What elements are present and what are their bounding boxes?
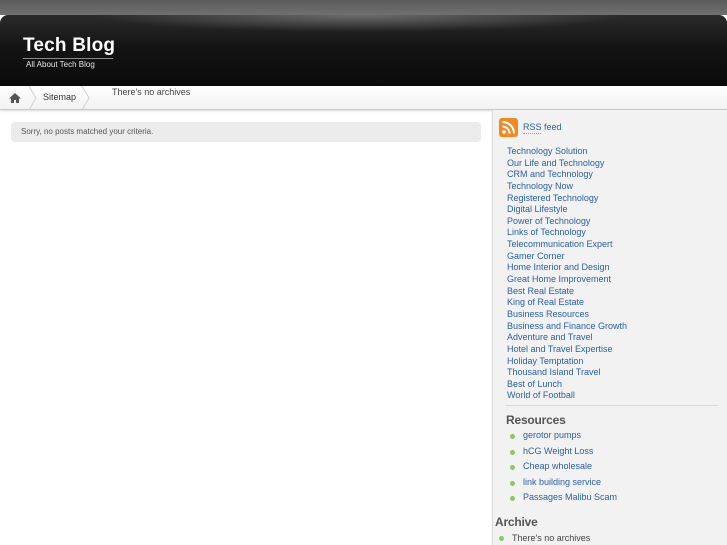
list-item: World of Football	[507, 390, 627, 402]
sidebar-link[interactable]: Power of Technology	[507, 216, 590, 226]
breadcrumb-separator-icon	[28, 86, 37, 110]
list-item: King of Real Estate	[507, 297, 627, 309]
resource-link[interactable]: hCG Weight Loss	[523, 446, 593, 456]
list-item: Power of Technology	[507, 216, 627, 228]
list-item: Technology Now	[507, 181, 627, 193]
list-item: Cheap wholesale	[507, 459, 617, 475]
sidebar-link[interactable]: Technology Now	[507, 181, 573, 191]
sidebar-link[interactable]: Great Home Improvement	[507, 274, 611, 284]
list-item: Links of Technology	[507, 227, 627, 239]
top-strip	[0, 0, 727, 15]
bullet-icon	[510, 449, 515, 455]
list-item: hCG Weight Loss	[507, 444, 617, 460]
bullet-icon	[510, 434, 515, 439]
sidebar-link[interactable]: Gamer Corner	[507, 251, 565, 261]
list-item: Adventure and Travel	[507, 332, 627, 344]
list-item: Business and Finance Growth	[507, 321, 627, 333]
list-item: Best of Lunch	[507, 379, 627, 391]
rss-icon[interactable]	[499, 118, 518, 137]
site-description: All About Tech Blog	[26, 60, 95, 69]
bullet-icon	[510, 496, 515, 501]
sidebar-link[interactable]: Home Interior and Design	[507, 262, 610, 272]
home-icon[interactable]	[6, 90, 24, 106]
list-item: link building service	[507, 475, 617, 491]
sidebar-link[interactable]: King of Real Estate	[507, 297, 584, 307]
bullet-icon	[510, 465, 515, 470]
list-item: Technology Solution	[507, 146, 627, 158]
sidebar-links: Technology Solution Our Life and Technol…	[507, 146, 627, 402]
archive-item: There's no archives	[499, 532, 590, 544]
list-item: Hotel and Travel Expertise	[507, 344, 627, 356]
sidebar-link[interactable]: Hotel and Travel Expertise	[507, 344, 613, 354]
sidebar-link[interactable]: CRM and Technology	[507, 169, 593, 179]
sidebar-link[interactable]: Registered Technology	[507, 193, 598, 203]
list-item: Gamer Corner	[507, 251, 627, 263]
bullet-icon	[510, 480, 515, 486]
list-item: CRM and Technology	[507, 169, 627, 181]
list-item: Digital Lifestyle	[507, 204, 627, 216]
resource-link[interactable]: gerotor pumps	[523, 430, 581, 440]
resources-heading: Resources	[506, 413, 566, 427]
sidebar: RSS feed Technology Solution Our Life an…	[492, 110, 727, 545]
sidebar-link[interactable]: Technology Solution	[507, 146, 588, 156]
sidebar-divider	[505, 405, 718, 406]
resource-link[interactable]: Cheap wholesale	[523, 461, 592, 471]
site-title[interactable]: Tech Blog	[23, 35, 115, 57]
sidebar-link[interactable]: Digital Lifestyle	[507, 204, 568, 214]
resources-list: gerotor pumps hCG Weight Loss Cheap whol…	[507, 428, 617, 506]
archive-item-label: There's no archives	[512, 533, 591, 543]
list-item: Passages Malibu Scam	[507, 490, 617, 506]
breadcrumb-separator-icon	[81, 86, 90, 110]
sidebar-link[interactable]: Our Life and Technology	[507, 158, 604, 168]
sidebar-link[interactable]: Telecommunication Expert	[507, 239, 613, 249]
sidebar-link[interactable]: Holiday Temptation	[507, 356, 583, 366]
sidebar-link[interactable]: Links of Technology	[507, 227, 586, 237]
list-item: Holiday Temptation	[507, 356, 627, 368]
title-underline	[23, 58, 113, 59]
list-item: Registered Technology	[507, 193, 627, 205]
list-item: Thousand Island Travel	[507, 367, 627, 379]
sidebar-link[interactable]: World of Football	[507, 390, 575, 400]
no-posts-notice: Sorry, no posts matched your criteria.	[11, 122, 481, 142]
sidebar-link[interactable]: Best Real Estate	[507, 286, 574, 296]
list-item: Business Resources	[507, 309, 627, 321]
sidebar-link[interactable]: Best of Lunch	[507, 379, 562, 389]
sidebar-link[interactable]: Business and Finance Growth	[507, 321, 627, 331]
list-item: Best Real Estate	[507, 286, 627, 298]
list-item: Great Home Improvement	[507, 274, 627, 286]
breadcrumb-sitemap[interactable]: Sitemap	[43, 92, 76, 102]
resource-link[interactable]: Passages Malibu Scam	[523, 492, 617, 502]
list-item: Telecommunication Expert	[507, 239, 627, 251]
breadcrumb-bar: Sitemap There's no archives	[0, 86, 727, 110]
page-heading: There's no archives	[112, 87, 191, 97]
site-header: Tech Blog All About Tech Blog	[0, 15, 727, 86]
rss-underline	[523, 133, 541, 134]
resource-link[interactable]: link building service	[523, 477, 601, 487]
sidebar-link[interactable]: Adventure and Travel	[507, 332, 593, 342]
notice-text: Sorry, no posts matched your criteria.	[21, 127, 154, 136]
rss-feed-link[interactable]: RSS feed	[523, 122, 562, 132]
list-item: Our Life and Technology	[507, 158, 627, 170]
sidebar-link[interactable]: Business Resources	[507, 309, 589, 319]
archive-heading: Archive	[495, 515, 538, 529]
bullet-icon	[499, 536, 504, 541]
list-item: Home Interior and Design	[507, 262, 627, 274]
list-item: gerotor pumps	[507, 428, 617, 444]
sidebar-link[interactable]: Thousand Island Travel	[507, 367, 601, 377]
